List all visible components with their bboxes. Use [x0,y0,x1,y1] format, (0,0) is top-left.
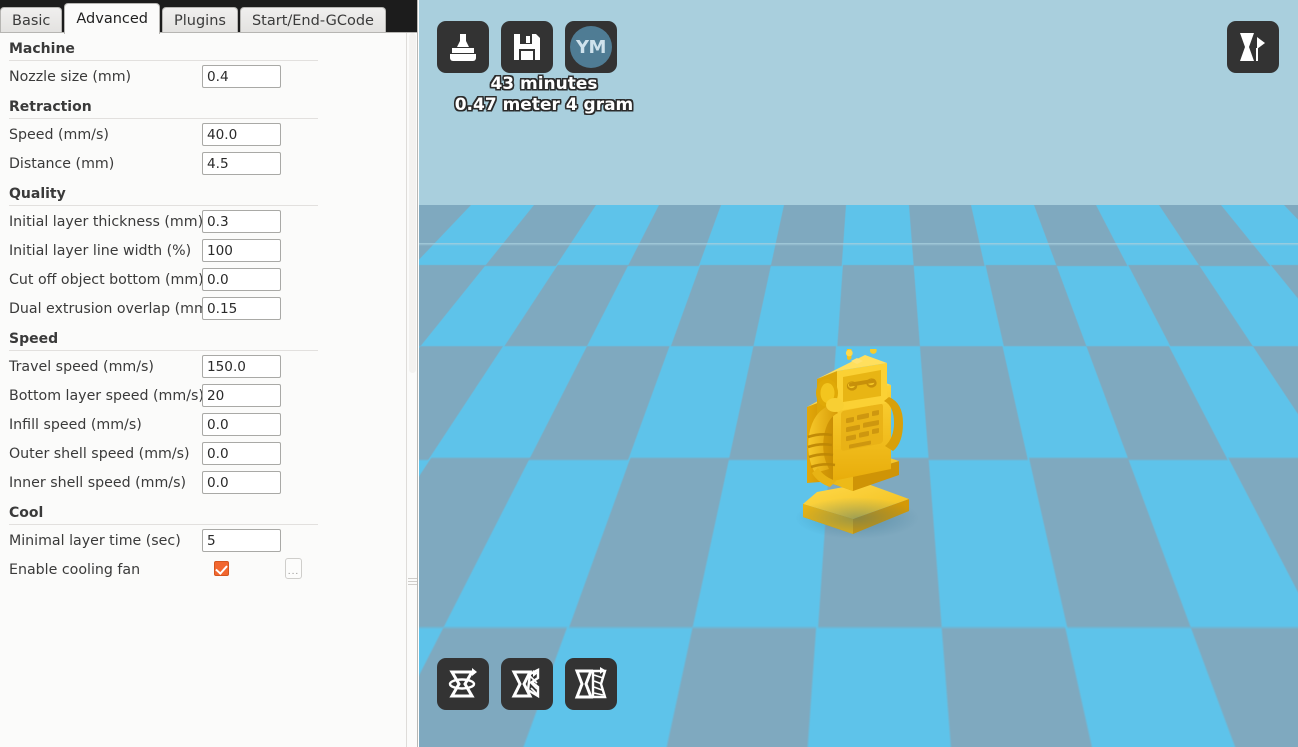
scrollbar-grip[interactable] [408,578,417,587]
load-model-button[interactable] [437,21,489,73]
input-nozzle-size-mm[interactable] [202,65,281,88]
setting-row: Speed (mm/s) [0,120,418,149]
group-header-retraction: Retraction [0,99,418,116]
setting-label: Inner shell speed (mm/s) [0,475,186,491]
setting-label: Initial layer line width (%) [0,243,191,259]
setting-row: Outer shell speed (mm/s) [0,439,418,468]
input-initial-layer-line-width[interactable] [202,239,281,262]
rotate-icon [445,666,481,702]
mirror-icon [573,666,609,702]
setting-row: Initial layer line width (%) [0,236,418,265]
setting-label: Bottom layer speed (mm/s) [0,388,204,404]
settings-content: Machine Nozzle size (mm) Retraction Speed (… [0,41,418,584]
input-minimal-layer-time-sec[interactable] [202,529,281,552]
3d-viewport[interactable]: YM 43 minutes 0.47 meter 4 gram [419,0,1298,747]
fan-options-button[interactable]: ... [285,558,302,579]
setting-row: Enable cooling fan... [0,555,418,584]
view-mode-button[interactable] [1227,21,1279,73]
tab-basic[interactable]: Basic [0,7,62,34]
setting-row: Distance (mm) [0,149,418,178]
group-header-quality: Quality [0,186,418,203]
save-toolpath-button[interactable] [501,21,553,73]
share-youmagine-button[interactable]: YM [565,21,617,73]
settings-scroll-area[interactable]: Machine Nozzle size (mm) Retraction Speed (… [0,32,418,747]
group-header-cool: Cool [0,505,418,522]
setting-row: Dual extrusion overlap (mm) [0,294,418,323]
setting-label: Cut off object bottom (mm) [0,272,204,288]
checkbox-enable-cooling-fan[interactable] [214,561,229,576]
input-bottom-layer-speed-mm-s[interactable] [202,384,281,407]
tab-bar: BasicAdvancedPluginsStart/End-GCode [0,0,418,34]
setting-label: Initial layer thickness (mm) [0,214,203,230]
group-divider [9,118,318,119]
group-divider [9,60,318,61]
setting-row: Infill speed (mm/s) [0,410,418,439]
setting-label: Speed (mm/s) [0,127,109,143]
group-header-machine: Machine [0,41,418,58]
group-divider [9,350,318,351]
settings-scrollbar[interactable] [406,33,417,747]
input-distance-mm[interactable] [202,152,281,175]
setting-row: Bottom layer speed (mm/s) [0,381,418,410]
group-divider [9,524,318,525]
group-header-speed: Speed [0,331,418,348]
rotate-tool-button[interactable] [437,658,489,710]
setting-label: Travel speed (mm/s) [0,359,154,375]
load-model-icon [446,30,480,64]
setting-row: Cut off object bottom (mm) [0,265,418,294]
input-outer-shell-speed-mm-s[interactable] [202,442,281,465]
setting-label: Nozzle size (mm) [0,69,131,85]
scale-icon [509,666,545,702]
scrollbar-thumb[interactable] [409,33,416,373]
mirror-tool-button[interactable] [565,658,617,710]
setting-row: Nozzle size (mm) [0,62,418,91]
ym-icon: YM [570,26,612,68]
setting-row: Inner shell speed (mm/s) [0,468,418,497]
setting-label: Infill speed (mm/s) [0,417,142,433]
ultimaker-robot-model[interactable] [791,349,921,539]
input-cut-off-object-bottom-mm[interactable] [202,268,281,291]
view-mode-icon [1235,29,1271,65]
setting-label: Minimal layer time (sec) [0,533,181,549]
setting-label: Outer shell speed (mm/s) [0,446,190,462]
cura-window: BasicAdvancedPluginsStart/End-GCode Mach… [0,0,1298,747]
input-travel-speed-mm-s[interactable] [202,355,281,378]
setting-row: Travel speed (mm/s) [0,352,418,381]
scale-tool-button[interactable] [501,658,553,710]
tab-plugins[interactable]: Plugins [162,7,238,34]
group-divider [9,205,318,206]
setting-row: Initial layer thickness (mm) [0,207,418,236]
tab-advanced[interactable]: Advanced [64,3,160,34]
setting-label: Dual extrusion overlap (mm) [0,301,213,317]
setting-label: Enable cooling fan [0,562,140,578]
input-dual-extrusion-overlap-mm[interactable] [202,297,281,320]
input-inner-shell-speed-mm-s[interactable] [202,471,281,494]
model-shadow [795,497,919,539]
tab-start-end-gcode[interactable]: Start/End-GCode [240,7,386,34]
setting-label: Distance (mm) [0,156,114,172]
settings-panel: BasicAdvancedPluginsStart/End-GCode Mach… [0,0,418,747]
setting-row: Minimal layer time (sec) [0,526,418,555]
input-initial-layer-thickness-mm[interactable] [202,210,281,233]
floppy-disk-icon [511,31,543,63]
input-infill-speed-mm-s[interactable] [202,413,281,436]
input-speed-mm-s[interactable] [202,123,281,146]
tab-list: BasicAdvancedPluginsStart/End-GCode [0,4,388,34]
